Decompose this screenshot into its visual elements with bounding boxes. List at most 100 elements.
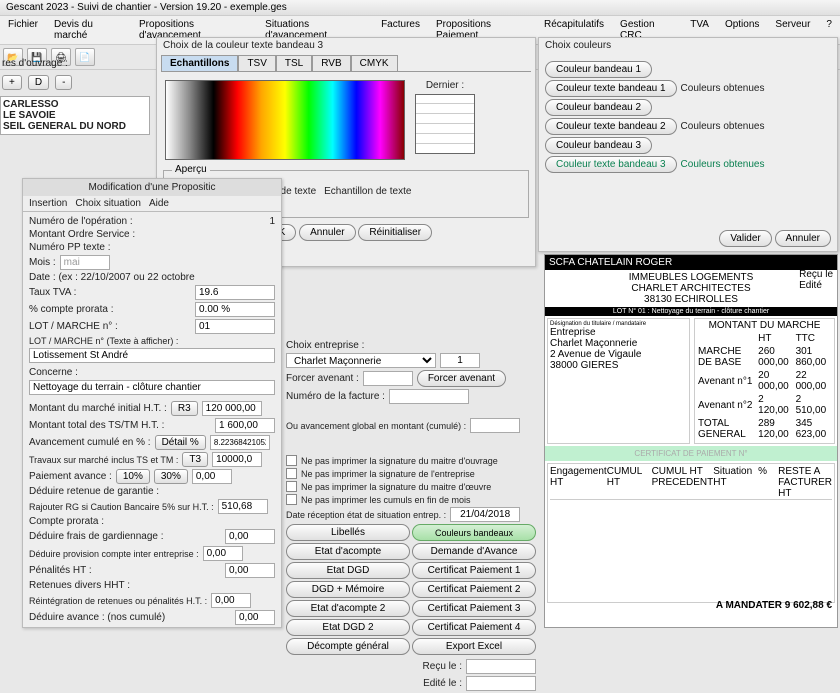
mmi-input[interactable] <box>202 401 262 416</box>
mois-input[interactable] <box>60 255 110 270</box>
detail-button[interactable]: Détail % <box>155 435 206 450</box>
drs-label: Date réception état de situation entrep.… <box>286 510 446 520</box>
ent-num[interactable] <box>440 353 480 368</box>
cert-p4-button[interactable]: Certificat Paiement 4 <box>412 619 536 636</box>
list-item[interactable]: SEIL GENERAL DU NORD <box>3 121 147 132</box>
menu-fichier[interactable]: Fichier <box>4 18 42 42</box>
forcer-avenant-button[interactable]: Forcer avenant <box>417 370 506 387</box>
rir-input[interactable] <box>211 593 251 608</box>
couleur-bandeau-2[interactable]: Couleur bandeau 2 <box>545 99 652 116</box>
editele-input[interactable] <box>466 676 536 691</box>
dgd-memoire-button[interactable]: DGD + Mémoire <box>286 581 410 598</box>
oag-input[interactable] <box>470 418 520 433</box>
couleur-bandeau-1[interactable]: Couleur bandeau 1 <box>545 61 652 78</box>
tab-echantillons[interactable]: Echantillons <box>161 55 238 71</box>
couleur-texte-bandeau-1[interactable]: Couleur texte bandeau 1 <box>545 80 677 97</box>
mts-input[interactable] <box>215 418 275 433</box>
d-button[interactable]: D <box>28 75 49 90</box>
mos-label: Montant Ordre Service : <box>29 229 135 240</box>
valider-button[interactable]: Valider <box>719 230 771 247</box>
entreprise-select[interactable]: Charlet Maçonnerie <box>286 353 436 368</box>
plus-button[interactable]: + <box>2 75 22 90</box>
ouvrage-label: res d'ouvrage : <box>0 56 150 71</box>
doc-header: SCFA CHATELAIN ROGER <box>545 255 837 270</box>
reset-button[interactable]: Réinitialiser <box>358 224 432 241</box>
dpc-input[interactable] <box>203 546 243 561</box>
lottxt-input[interactable] <box>29 348 275 363</box>
couleur-bandeau-3[interactable]: Couleur bandeau 3 <box>545 137 652 154</box>
etat-dgd2-button[interactable]: Etat DGD 2 <box>286 619 410 636</box>
tab-cmyk[interactable]: CMYK <box>351 55 398 71</box>
doc-preview: SCFA CHATELAIN ROGER IMMEUBLES LOGEMENTS… <box>544 254 838 628</box>
menu-devis[interactable]: Devis du marché <box>50 18 127 42</box>
doe-input[interactable] <box>66 627 101 628</box>
concerne-input[interactable] <box>29 380 275 395</box>
list-item[interactable]: CARLESSO <box>3 99 147 110</box>
etat-acompte2-button[interactable]: Etat d'acompte 2 <box>286 600 410 617</box>
demande-avance-button[interactable]: Demande d'Avance <box>412 543 536 560</box>
recule-input[interactable] <box>466 659 536 674</box>
tva-input[interactable] <box>195 285 275 300</box>
t3-button[interactable]: T3 <box>182 452 208 467</box>
nf-label: Numéro de la facture : <box>286 391 385 402</box>
pen-input[interactable] <box>225 563 275 578</box>
couleur-texte-bandeau-2[interactable]: Couleur texte bandeau 2 <box>545 118 677 135</box>
compte-input[interactable] <box>195 302 275 317</box>
export-excel-button[interactable]: Export Excel <box>412 638 536 655</box>
tab-tsl[interactable]: TSL <box>276 55 312 71</box>
list-item[interactable]: LE SAVOIE <box>3 110 147 121</box>
tab-tsv[interactable]: TSV <box>238 55 275 71</box>
rrg-input[interactable] <box>218 499 268 514</box>
c4-label: Ne pas imprimer les cumuls en fin de moi… <box>301 495 471 505</box>
lot-input[interactable] <box>195 319 275 334</box>
doc-mdm: MONTANT DU MARCHE <box>696 320 833 331</box>
sample-text2: Echantillon de texte <box>324 186 411 197</box>
pai-label: Paiement avance : <box>29 471 112 482</box>
etat-dgd-button[interactable]: Etat DGD <box>286 562 410 579</box>
cert-p1-button[interactable]: Certificat Paiement 1 <box>412 562 536 579</box>
nf-input[interactable] <box>389 389 469 404</box>
chk4[interactable] <box>286 494 297 505</box>
date-label: Date : (ex : 22/10/2007 ou 22 octobre <box>29 272 195 283</box>
obt-label2: Couleurs obtenues <box>681 121 765 132</box>
drg-label: Déduire retenue de garantie : <box>29 486 159 497</box>
doc-cm: Charlet Maçonnerie <box>550 338 687 349</box>
dpc-label: Déduire provision compte inter entrepris… <box>29 549 199 559</box>
lot-label: LOT / MARCHE n° : <box>29 321 118 332</box>
pai-input[interactable] <box>192 469 232 484</box>
annuler-button[interactable]: Annuler <box>775 230 831 247</box>
tab-choix[interactable]: Choix situation <box>75 198 141 209</box>
minus-button[interactable]: - <box>55 75 72 90</box>
doc-edle: Edité <box>799 280 822 291</box>
libelles-button[interactable]: Libellés <box>286 524 410 541</box>
avc-input[interactable] <box>210 435 270 450</box>
color-swatches[interactable] <box>165 80 405 160</box>
decompte-button[interactable]: Décompte général <box>286 638 410 655</box>
fa-input[interactable] <box>363 371 413 386</box>
chk3[interactable] <box>286 481 297 492</box>
doc-iml: IMMEUBLES LOGEMENTS <box>547 272 835 283</box>
tab-rvb[interactable]: RVB <box>312 55 350 71</box>
p10-button[interactable]: 10% <box>116 469 150 484</box>
drs-input[interactable] <box>450 507 520 522</box>
doc-amand: A MANDATER <box>716 600 782 611</box>
tmi-input[interactable] <box>212 452 262 467</box>
chk2[interactable] <box>286 468 297 479</box>
obt-label: Couleurs obtenues <box>681 83 765 94</box>
p30-button[interactable]: 30% <box>154 469 188 484</box>
etat-acompte-button[interactable]: Etat d'acompte <box>286 543 410 560</box>
mid-column: Choix entreprise : Charlet Maçonnerie Fo… <box>286 340 536 693</box>
cert-p3-button[interactable]: Certificat Paiement 3 <box>412 600 536 617</box>
cert-p2-button[interactable]: Certificat Paiement 2 <box>412 581 536 598</box>
doc-rle: Reçu le <box>799 269 833 280</box>
couleurs-bandeaux-button[interactable]: Couleurs bandeaux <box>412 524 536 541</box>
tab-insertion[interactable]: Insertion <box>29 198 67 209</box>
dfg-input[interactable] <box>225 529 275 544</box>
cancel-button[interactable]: Annuler <box>299 224 355 241</box>
chk1[interactable] <box>286 455 297 466</box>
r3-button[interactable]: R3 <box>171 401 198 416</box>
couleur-texte-bandeau-3[interactable]: Couleur texte bandeau 3 <box>545 156 677 173</box>
dav-input[interactable] <box>235 610 275 625</box>
tab-aide[interactable]: Aide <box>149 198 169 209</box>
recent-swatches[interactable] <box>415 94 475 154</box>
